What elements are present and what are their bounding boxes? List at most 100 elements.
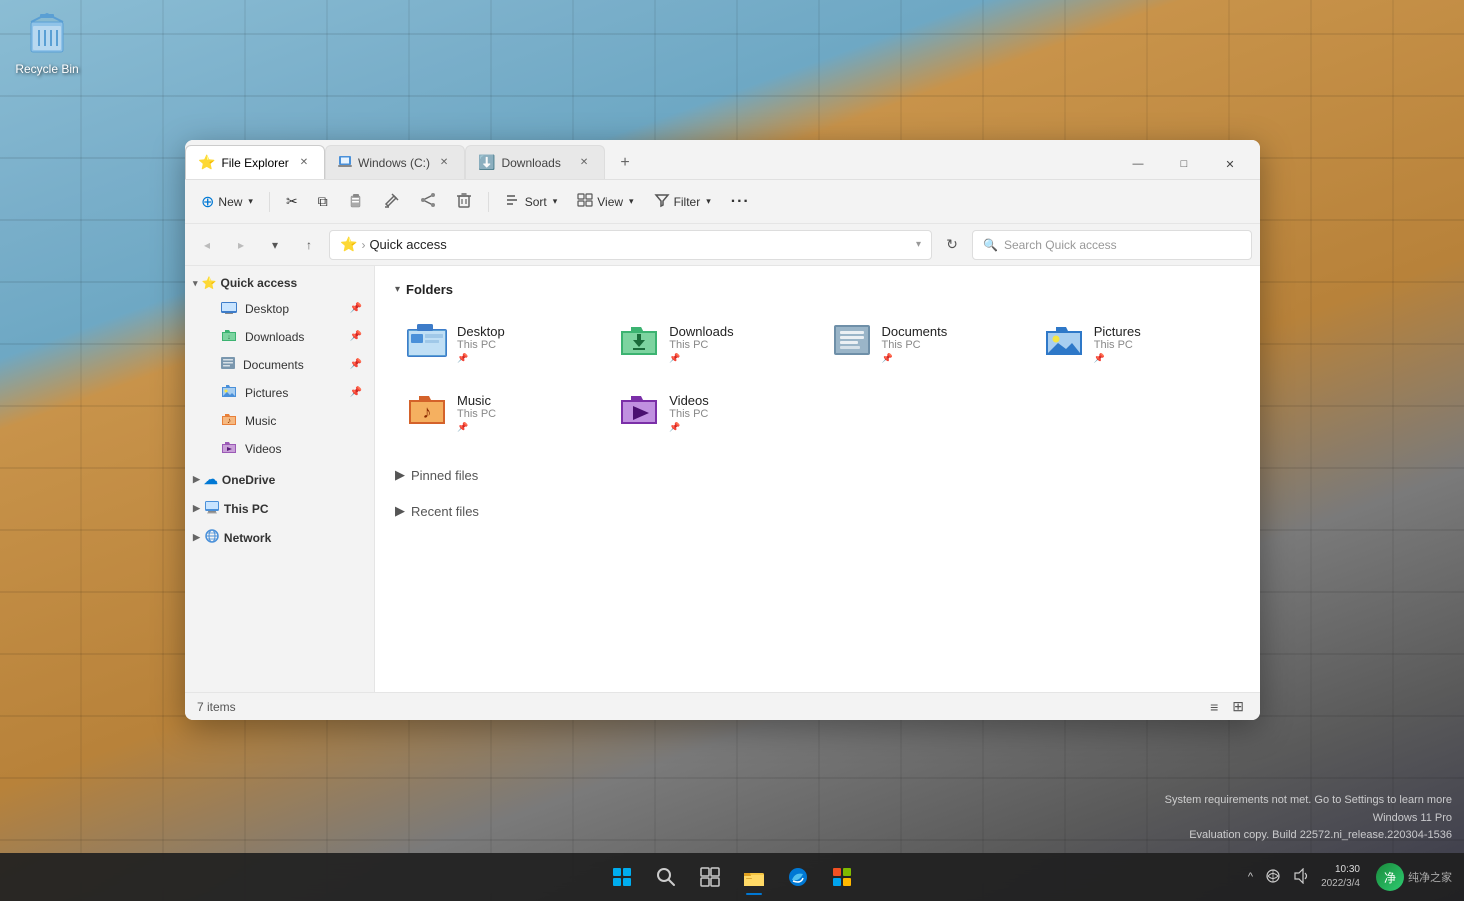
tab-windows-c-close[interactable]: ✕ [436,155,452,171]
sidebar-this-pc-header[interactable]: ▶ This PC [185,496,374,521]
taskbar-search-button[interactable] [646,857,686,897]
maximize-button[interactable]: □ [1162,150,1206,178]
desktop-folder-location: This PC [457,339,505,351]
recent-locations-button[interactable]: ▾ [261,231,289,259]
folder-item-videos[interactable]: Videos This PC 📌 [607,380,815,445]
desktop-folder-name: Desktop [457,324,505,339]
delete-button[interactable] [448,187,480,216]
sort-button[interactable]: Sort [497,187,566,216]
address-path[interactable]: ⭐ › Quick access ▾ [329,230,932,260]
videos-item-label: Videos [245,442,362,456]
folder-item-desktop[interactable]: Desktop This PC 📌 [395,311,603,376]
tab-downloads[interactable]: ⬇️ Downloads ✕ [465,145,605,179]
recent-files-header[interactable]: ▶ Recent files [395,497,1240,525]
pictures-folder-pin: 📌 [1094,353,1141,364]
search-placeholder: Search Quick access [1004,238,1117,252]
paste-button[interactable] [340,187,372,216]
documents-folder-pin: 📌 [882,353,948,364]
filter-button[interactable]: Filter [646,187,719,216]
tab-downloads-label: Downloads [501,156,570,170]
recent-files-expand-icon: ▶ [395,503,405,519]
music-item-label: Music [245,414,362,428]
taskbar-store-button[interactable] [822,857,862,897]
minimize-button[interactable]: — [1116,150,1160,178]
folder-item-music[interactable]: ♪ Music This PC 📌 [395,380,603,445]
path-separator: › [361,238,365,252]
system-info: System requirements not met. Go to Setti… [1165,792,1452,845]
folders-collapse-icon: ▾ [395,284,400,295]
content-area: ▾ Folders Desktop This PC 📌 [375,266,1260,692]
tray-network-icon[interactable] [1261,868,1285,887]
view-toggles: ≡ ⊞ [1206,696,1248,717]
taskbar-edge-button[interactable] [778,857,818,897]
this-pc-icon [204,500,220,517]
folder-item-documents[interactable]: Documents This PC 📌 [820,311,1028,376]
sidebar-section-onedrive: ▶ ☁ OneDrive [185,465,374,494]
onedrive-cloud-icon: ☁ [204,471,218,488]
path-star-icon: ⭐ [340,236,357,253]
recent-files-section: ▶ Recent files [395,497,1240,525]
taskbar-task-view-button[interactable] [690,857,730,897]
desktop-folder-icon [221,300,237,317]
refresh-button[interactable]: ↻ [938,231,966,259]
tray-chevron[interactable]: ^ [1244,871,1257,883]
sidebar-item-pictures[interactable]: Pictures 📌 [189,379,370,406]
pinned-files-expand-icon: ▶ [395,467,405,483]
address-bar: ◂ ▸ ▾ ↑ ⭐ › Quick access ▾ ↻ 🔍 Search Qu… [185,224,1260,266]
folders-label: Folders [406,282,453,297]
cut-button[interactable]: ✂ [278,188,306,215]
more-button[interactable]: ··· [723,188,758,216]
list-view-button[interactable]: ≡ [1206,697,1222,717]
pinned-files-header[interactable]: ▶ Pinned files [395,461,1240,489]
sidebar-onedrive-header[interactable]: ▶ ☁ OneDrive [185,467,374,492]
taskbar-file-explorer-button[interactable] [734,857,774,897]
start-button[interactable] [602,857,642,897]
view-icon [577,192,593,211]
sidebar-quick-access-header[interactable]: ▾ ⭐ Quick access [185,272,374,294]
grid-view-button[interactable]: ⊞ [1228,696,1248,717]
sidebar-network-header[interactable]: ▶ Network [185,525,374,550]
back-button[interactable]: ◂ [193,231,221,259]
toolbar-separator-1 [269,192,270,212]
sidebar-item-downloads[interactable]: ↓ Downloads 📌 [189,323,370,350]
tab-downloads-icon: ⬇️ [478,154,495,171]
view-button[interactable]: View [569,187,641,216]
tab-windows-c[interactable]: Windows (C:) ✕ [325,145,465,179]
folder-item-pictures[interactable]: Pictures This PC 📌 [1032,311,1240,376]
tab-downloads-close[interactable]: ✕ [576,155,592,171]
up-button[interactable]: ↑ [295,231,323,259]
pictures-folder-icon [221,384,237,401]
sys-info-line3: Evaluation copy. Build 22572.ni_release.… [1165,827,1452,845]
onedrive-expand-icon: ▶ [193,474,200,485]
tab-windows-c-label: Windows (C:) [358,156,430,170]
add-tab-button[interactable]: + [609,147,641,179]
documents-folder-name: Documents [882,324,948,339]
copy-icon: ⧉ [318,193,328,210]
this-pc-label: This PC [224,502,269,516]
path-chevron-icon: ▾ [916,239,921,250]
tab-file-explorer-close[interactable]: ✕ [296,155,312,171]
close-button[interactable]: ✕ [1208,150,1252,178]
forward-button[interactable]: ▸ [227,231,255,259]
sidebar-section-quick-access: ▾ ⭐ Quick access Desktop 📌 [185,270,374,465]
toolbar-separator-2 [488,192,489,212]
folder-item-downloads[interactable]: Downloads This PC 📌 [607,311,815,376]
pictures-pin-icon: 📌 [350,387,362,398]
sidebar-item-desktop[interactable]: Desktop 📌 [189,295,370,322]
recycle-bin-icon[interactable]: Recycle Bin [12,10,82,76]
copy-button[interactable]: ⧉ [310,188,336,215]
quick-access-star-icon: ⭐ [202,276,217,290]
tray-volume-icon[interactable] [1289,868,1313,887]
new-button[interactable]: ⊕ New [193,187,261,217]
share-button[interactable] [412,187,444,216]
rename-button[interactable] [376,187,408,216]
recycle-bin-image [23,10,71,58]
sidebar-item-documents[interactable]: Documents 📌 [189,351,370,378]
sidebar-item-videos[interactable]: Videos [189,435,370,462]
search-box[interactable]: 🔍 Search Quick access [972,230,1252,260]
rename-icon [384,192,400,211]
sidebar-item-music[interactable]: ♪ Music [189,407,370,434]
folders-section-header[interactable]: ▾ Folders [395,282,1240,297]
tab-file-explorer[interactable]: ⭐ File Explorer ✕ [185,145,325,179]
system-clock[interactable]: 10:30 2022/3/4 [1317,863,1364,891]
